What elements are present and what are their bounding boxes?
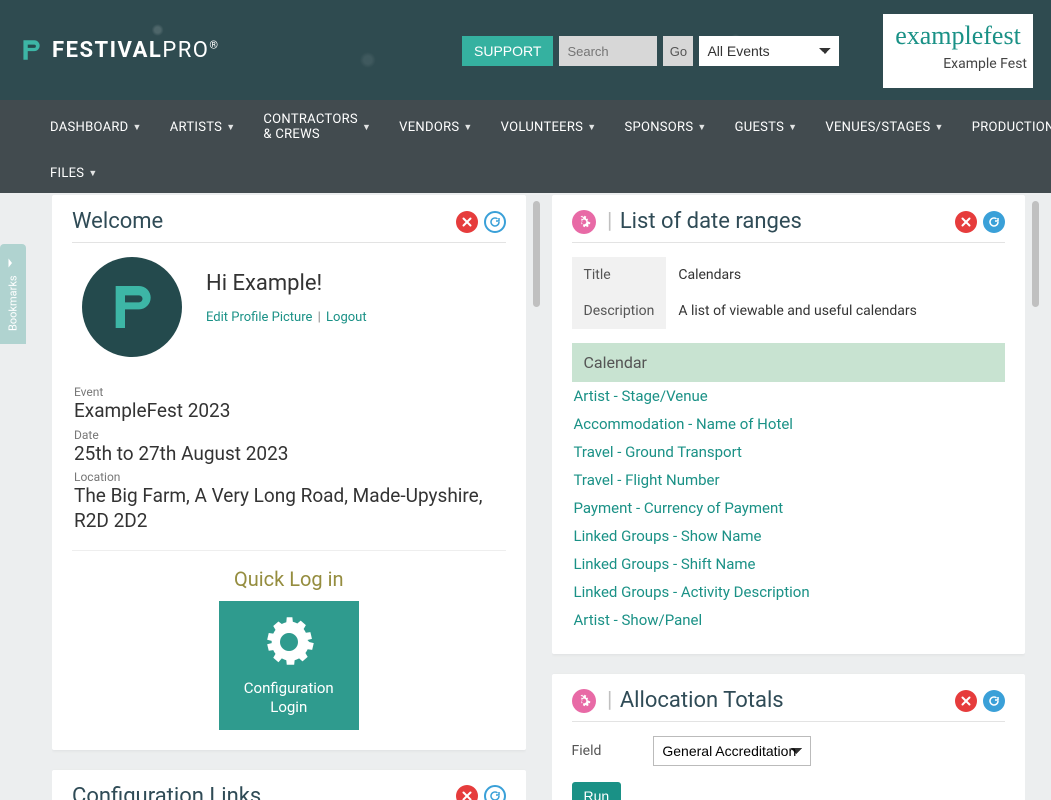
calendar-item[interactable]: Linked Groups - Show Name	[572, 522, 1006, 550]
meta-desc-label: Description	[572, 293, 667, 329]
chevron-down-icon: ▼	[133, 122, 142, 133]
close-icon[interactable]	[456, 785, 478, 800]
gear-icon	[227, 615, 351, 673]
calendar-item[interactable]: Artist - Stage/Venue	[572, 382, 1006, 410]
nav-item-contractors-crews[interactable]: CONTRACTORS & CREWS▼	[249, 100, 385, 154]
chevron-down-icon: ▼	[587, 122, 596, 133]
nav-item-dashboard[interactable]: DASHBOARD▼	[36, 100, 156, 154]
nav-item-production[interactable]: PRODUCTION▼	[958, 100, 1051, 154]
greeting: Hi Example!	[206, 271, 367, 296]
calendar-item[interactable]: Accommodation - Name of Hotel	[572, 410, 1006, 438]
close-icon[interactable]	[955, 690, 977, 712]
allocation-card: | Allocation Totals Field	[552, 674, 1026, 800]
date-ranges-title: | List of date ranges	[572, 209, 802, 234]
chevron-down-icon: ▼	[226, 122, 235, 133]
scrollbar[interactable]	[1032, 201, 1039, 307]
bookmarks-label: Bookmarks	[7, 275, 20, 331]
config-login-button[interactable]: Configuration Login	[219, 601, 359, 730]
logo-icon	[18, 37, 44, 63]
range-meta: Title Calendars Description A list of vi…	[572, 257, 1006, 329]
field-select[interactable]: General Accreditation	[653, 736, 811, 766]
event-value: ExampleFest 2023	[74, 399, 506, 424]
date-label: Date	[74, 428, 506, 442]
avatar-logo-icon	[104, 279, 160, 335]
go-button[interactable]: Go	[663, 36, 693, 66]
brand-sub-text: Example Fest	[889, 56, 1027, 72]
search-input[interactable]	[559, 36, 657, 66]
gear-icon[interactable]	[572, 689, 596, 713]
chevron-down-icon: ▼	[788, 122, 797, 133]
refresh-icon[interactable]	[983, 690, 1005, 712]
nav-item-vendors[interactable]: VENDORS▼	[385, 100, 486, 154]
nav-item-sponsors[interactable]: SPONSORS▼	[610, 100, 720, 154]
chevron-down-icon: ▼	[697, 122, 706, 133]
logo-text: FESTIVALPRO®	[52, 38, 220, 63]
meta-title-label: Title	[572, 257, 667, 293]
chevron-down-icon: ▼	[934, 122, 943, 133]
chevron-down-icon: ▼	[362, 122, 371, 133]
right-column: | List of date ranges Title	[552, 195, 1026, 800]
calendar-item[interactable]: Artist - Show/Panel	[572, 606, 1006, 634]
bookmark-icon	[7, 257, 19, 269]
gear-icon[interactable]	[572, 210, 596, 234]
date-value: 25th to 27th August 2023	[74, 442, 506, 467]
quick-login-title: Quick Log in	[72, 567, 506, 591]
bookmarks-tab[interactable]: Bookmarks	[0, 244, 26, 344]
calendar-item[interactable]: Linked Groups - Activity Description	[572, 578, 1006, 606]
main-nav: DASHBOARD▼ARTISTS▼CONTRACTORS & CREWS▼VE…	[0, 100, 1051, 193]
calendar-item[interactable]: Payment - Currency of Payment	[572, 494, 1006, 522]
close-icon[interactable]	[456, 211, 478, 233]
allocation-title: | Allocation Totals	[572, 688, 784, 713]
calendar-item[interactable]: Linked Groups - Shift Name	[572, 550, 1006, 578]
support-button[interactable]: SUPPORT	[462, 36, 553, 66]
meta-desc-value: A list of viewable and useful calendars	[666, 293, 1005, 329]
brand-badge[interactable]: examplefest Example Fest	[883, 14, 1033, 88]
field-label: Field	[572, 743, 602, 759]
nav-item-artists[interactable]: ARTISTS▼	[156, 100, 250, 154]
brand-logo-text: examplefest	[889, 18, 1027, 54]
chevron-down-icon: ▼	[463, 122, 472, 133]
location-value: The Big Farm, A Very Long Road, Made-Upy…	[74, 484, 506, 533]
nav-item-files[interactable]: FILES▼	[36, 154, 112, 193]
edit-profile-link[interactable]: Edit Profile Picture	[206, 310, 312, 325]
profile-links: Edit Profile Picture | Logout	[206, 310, 367, 325]
events-select[interactable]: All Events	[699, 36, 839, 66]
nav-item-volunteers[interactable]: VOLUNTEERS▼	[487, 100, 611, 154]
config-login-label: Configuration Login	[227, 679, 351, 718]
refresh-icon[interactable]	[983, 211, 1005, 233]
refresh-icon[interactable]	[484, 211, 506, 233]
config-links-title: Configuration Links	[72, 784, 261, 800]
logout-link[interactable]: Logout	[326, 310, 367, 325]
calendar-item[interactable]: Travel - Ground Transport	[572, 438, 1006, 466]
left-column: Welcome	[52, 195, 526, 800]
calendar-header: Calendar	[572, 343, 1006, 382]
date-ranges-card: | List of date ranges Title	[552, 195, 1026, 654]
scrollbar[interactable]	[533, 201, 540, 307]
welcome-card: Welcome	[52, 195, 526, 750]
calendar-list: Artist - Stage/VenueAccommodation - Name…	[572, 382, 1006, 634]
nav-item-venues-stages[interactable]: VENUES/STAGES▼	[811, 100, 957, 154]
run-button[interactable]: Run	[572, 782, 622, 800]
avatar	[82, 257, 182, 357]
nav-item-guests[interactable]: GUESTS▼	[721, 100, 812, 154]
chevron-down-icon: ▼	[88, 168, 97, 179]
event-label: Event	[74, 385, 506, 399]
config-links-card: Configuration Links	[52, 770, 526, 800]
location-label: Location	[74, 470, 506, 484]
header-controls: SUPPORT Go All Events	[462, 36, 839, 66]
meta-title-value: Calendars	[666, 257, 1005, 293]
refresh-icon[interactable]	[484, 785, 506, 800]
close-icon[interactable]	[955, 211, 977, 233]
welcome-title: Welcome	[72, 209, 163, 234]
logo[interactable]: FESTIVALPRO®	[18, 37, 220, 63]
header-banner: FESTIVALPRO® SUPPORT Go All Events examp…	[0, 0, 1051, 100]
calendar-item[interactable]: Travel - Flight Number	[572, 466, 1006, 494]
